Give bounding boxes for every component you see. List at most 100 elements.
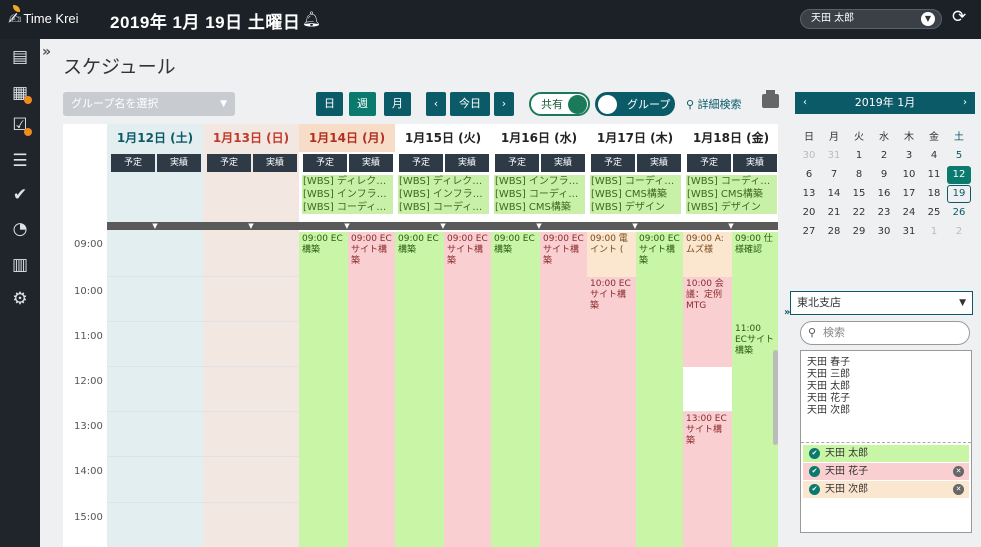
app-logo[interactable]: ✍ Time Krei: [8, 5, 79, 28]
allday-event[interactable]: [WBS] コーディ…: [398, 201, 489, 214]
event-plan[interactable]: 09:00 電 イント (: [587, 232, 636, 277]
event-actual[interactable]: 09:00 ECサイト構築: [540, 232, 587, 547]
calendar-day[interactable]: 31: [822, 147, 846, 165]
tab-plan[interactable]: 予定: [207, 154, 251, 172]
event-plan[interactable]: 09:00 A: ムズ様: [683, 232, 732, 277]
calendar-day[interactable]: 12: [947, 166, 971, 184]
allday-event[interactable]: [WBS] コーディ…: [590, 175, 681, 188]
gear-icon[interactable]: ⚙: [10, 289, 30, 309]
day-header[interactable]: 1月14日 (月): [299, 124, 395, 152]
day-column[interactable]: 1月13日 (日) 予定 実績 ▼: [203, 124, 299, 547]
event-plan[interactable]: 13:00 ECサイト構築: [683, 412, 732, 547]
expand-allday-icon[interactable]: ▼: [203, 222, 299, 230]
tab-plan[interactable]: 予定: [303, 154, 347, 172]
day-column[interactable]: 1月12日 (土) 予定 実績 ▼: [107, 124, 203, 547]
member-item[interactable]: 天田 花子: [807, 393, 850, 405]
calendar-day[interactable]: 13: [797, 185, 821, 203]
tab-plan[interactable]: 予定: [495, 154, 539, 172]
day-header[interactable]: 1月18日 (金): [683, 124, 778, 152]
print-icon[interactable]: [762, 90, 779, 108]
calendar-day[interactable]: 23: [872, 204, 896, 222]
allday-event[interactable]: [WBS] インフラ…: [398, 188, 489, 201]
today-button[interactable]: 今日: [450, 92, 490, 116]
day-header[interactable]: 1月16日 (水): [491, 124, 587, 152]
member-item[interactable]: 天田 春子: [807, 357, 850, 369]
calendar-day[interactable]: 30: [797, 147, 821, 165]
selected-member[interactable]: ✔ 天田 花子 ✕: [803, 463, 969, 480]
calendar-day[interactable]: 30: [872, 223, 896, 241]
tab-plan[interactable]: 予定: [111, 154, 155, 172]
allday-event[interactable]: [WBS] CMS構築: [686, 188, 777, 201]
member-search-input[interactable]: ⚲ 検索: [800, 321, 970, 345]
pie-chart-icon[interactable]: ◔: [10, 219, 30, 239]
calendar-day[interactable]: 31: [897, 223, 921, 241]
tab-actual[interactable]: 実績: [253, 154, 297, 172]
calendar-day[interactable]: 11: [922, 166, 946, 184]
calendar-day[interactable]: 18: [922, 185, 946, 203]
allday-event[interactable]: [WBS] ディレク…: [398, 175, 489, 188]
calendar-day[interactable]: 5: [947, 147, 971, 165]
prev-button[interactable]: ‹: [426, 92, 446, 116]
scrollbar[interactable]: [773, 350, 778, 445]
tab-actual[interactable]: 実績: [157, 154, 201, 172]
calendar-day[interactable]: 27: [797, 223, 821, 241]
calendar-day[interactable]: 2: [872, 147, 896, 165]
tab-actual[interactable]: 実績: [733, 154, 777, 172]
branch-select[interactable]: 東北支店 ▼: [790, 291, 973, 315]
event-actual[interactable]: 09:00 ECサイト構築: [444, 232, 491, 547]
report-icon[interactable]: ▦: [10, 83, 32, 104]
day-header[interactable]: 1月13日 (日): [203, 124, 299, 152]
view-week-button[interactable]: 週: [349, 92, 376, 116]
calendar-day[interactable]: 8: [847, 166, 871, 184]
expand-allday-icon[interactable]: ▼: [587, 222, 683, 230]
calendar-day[interactable]: 15: [847, 185, 871, 203]
event-actual[interactable]: 09:00 ECサイト構築: [636, 232, 683, 547]
chevron-right-icon[interactable]: ›: [963, 92, 967, 114]
day-header[interactable]: 1月17日 (木): [587, 124, 683, 152]
event-plan[interactable]: 09:00 EC 構築: [299, 232, 348, 547]
event-plan[interactable]: 10:00 会議：定例MTG: [683, 277, 732, 367]
task-icon[interactable]: ☑: [10, 115, 32, 136]
dashboard-icon[interactable]: ▤: [10, 47, 30, 67]
tab-actual[interactable]: 実績: [445, 154, 489, 172]
calendar-day[interactable]: 28: [822, 223, 846, 241]
event-plan[interactable]: 10:00 ECサイト構築: [587, 277, 636, 547]
member-item[interactable]: 天田 次郎: [807, 405, 850, 417]
view-month-button[interactable]: 月: [384, 92, 411, 116]
calendar-day[interactable]: 4: [922, 147, 946, 165]
tab-plan[interactable]: 予定: [399, 154, 443, 172]
allday-event[interactable]: [WBS] インフラ…: [302, 188, 393, 201]
calendar-day[interactable]: 3: [897, 147, 921, 165]
calendar-day[interactable]: 14: [822, 185, 846, 203]
expand-allday-icon[interactable]: ▼: [491, 222, 587, 230]
member-item[interactable]: 天田 太郎: [807, 381, 850, 393]
detail-search-link[interactable]: ⚲ 詳細検索: [686, 96, 742, 112]
expand-allday-icon[interactable]: ▼: [299, 222, 395, 230]
refresh-icon[interactable]: ⟳: [952, 7, 966, 27]
check-icon[interactable]: ✔: [10, 185, 30, 205]
allday-event[interactable]: [WBS] デザイン: [686, 201, 777, 214]
expand-allday-icon[interactable]: ▼: [107, 222, 203, 230]
chevron-left-icon[interactable]: ‹: [803, 92, 807, 114]
calendar-day[interactable]: 26: [947, 204, 971, 222]
calendar-day[interactable]: 2: [947, 223, 971, 241]
board-icon[interactable]: ▥: [10, 255, 30, 275]
calendar-day[interactable]: 29: [847, 223, 871, 241]
group-select[interactable]: グループ名を選択 ▼: [63, 92, 235, 116]
allday-event[interactable]: [WBS] ディレク…: [302, 175, 393, 188]
calendar-day[interactable]: 16: [872, 185, 896, 203]
event-actual[interactable]: 09:00 ECサイト構築: [348, 232, 395, 547]
calendar-day[interactable]: 1: [847, 147, 871, 165]
event-actual[interactable]: 11:00 ECサイト構築: [732, 322, 778, 547]
event-plan[interactable]: 09:00 EC 構築: [491, 232, 540, 547]
calendar-day[interactable]: 20: [797, 204, 821, 222]
event-actual[interactable]: 09:00 仕様確認: [732, 232, 778, 322]
calendar-day[interactable]: 17: [897, 185, 921, 203]
tab-plan[interactable]: 予定: [591, 154, 635, 172]
user-select[interactable]: 天田 太郎 ▼: [800, 9, 942, 29]
calendar-day[interactable]: 21: [822, 204, 846, 222]
group-toggle[interactable]: グループ: [595, 92, 675, 116]
calendar-day[interactable]: 24: [897, 204, 921, 222]
view-day-button[interactable]: 日: [316, 92, 343, 116]
next-button[interactable]: ›: [494, 92, 514, 116]
